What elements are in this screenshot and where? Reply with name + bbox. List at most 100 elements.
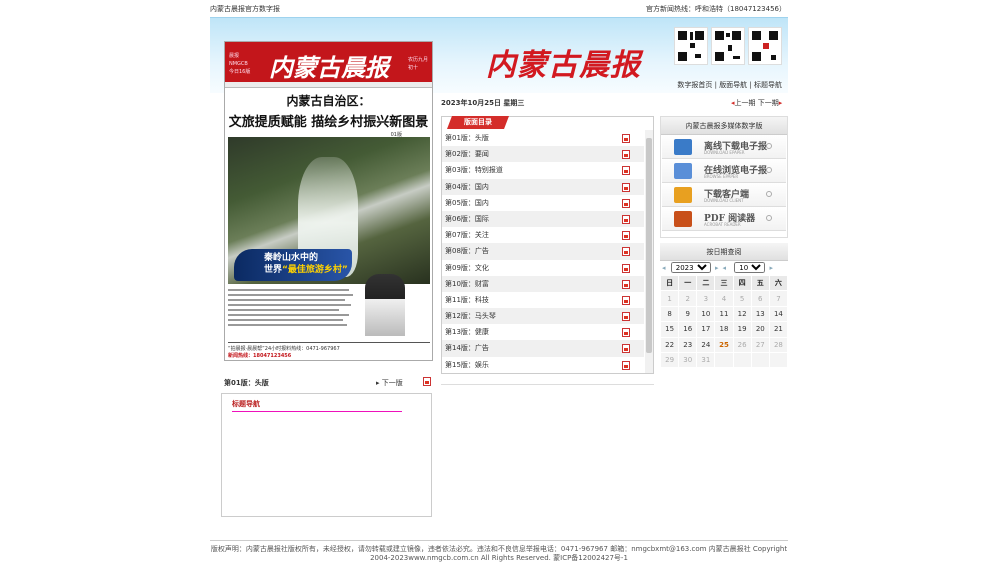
paper-masthead-title: 内蒙古晨报 — [269, 53, 389, 82]
next-issue-link[interactable]: 下一期 — [758, 99, 779, 107]
pdf-icon[interactable] — [622, 360, 630, 370]
calendar-day[interactable]: 2 — [678, 290, 698, 307]
calendar-day[interactable]: 16 — [678, 321, 698, 338]
calendar-selectors: ◂ 2023 ▸ ◂ 10 ▸ — [660, 262, 788, 276]
directory-item[interactable]: 第15版：娱乐 — [442, 357, 644, 373]
masthead-logo: 内蒙古晨报 — [486, 48, 641, 83]
download-icon — [674, 211, 692, 227]
directory-item[interactable]: 第09版：文化 — [442, 260, 644, 276]
directory-item[interactable]: 第12版：马头琴 — [442, 308, 644, 325]
directory-item[interactable]: 第14版：广告 — [442, 340, 644, 357]
calendar-day[interactable]: 8 — [659, 305, 680, 323]
directory-list: 第01版：头版第02版：要闻 第03版：特别报道第04版：国内 第05版：国内第06… — [442, 130, 644, 373]
weekday-header: 六 — [768, 274, 789, 292]
pdf-icon[interactable] — [622, 150, 630, 160]
calendar-day[interactable]: 19 — [732, 321, 752, 338]
issue-nav: ◂上一期 下一期▸ — [731, 99, 783, 107]
title-navigation-box: 标题导航 — [221, 393, 432, 517]
directory-item-label: 第14版：广告 — [445, 344, 489, 353]
title-nav-heading: 标题导航 — [232, 399, 402, 412]
directory-item-label: 第04版：国内 — [445, 182, 489, 191]
calendar-day[interactable]: 18 — [714, 321, 734, 338]
download-item[interactable]: 离线下载电子报 DOWNLOAD EPAPER — [662, 135, 786, 159]
calendar-day[interactable]: 24 — [696, 336, 716, 353]
pdf-icon[interactable] — [622, 279, 630, 289]
paper-footer: “拍晨报·晨晨帮”24小时报料热线：0471-967967 新闻热线：18047… — [228, 342, 430, 359]
nav-home-link[interactable]: 数字报首页 — [677, 81, 712, 89]
calendar-day[interactable]: 15 — [659, 321, 680, 338]
top-bar: 内蒙古晨报官方数字报 官方新闻热线：呼和浩特（18047123456） — [210, 0, 788, 17]
calendar-day[interactable]: 25 — [714, 336, 734, 353]
pdf-icon[interactable] — [622, 166, 630, 176]
directory-item-label: 第13版：健康 — [445, 328, 489, 337]
directory-item[interactable]: 第04版：国内 — [442, 178, 644, 195]
download-sub: DOWNLOAD CLIENT — [704, 198, 744, 203]
download-item[interactable]: 在线浏览电子报 BROWSE EPAPER — [662, 159, 786, 183]
calendar-day[interactable]: 9 — [678, 305, 698, 323]
calendar-day[interactable]: 1 — [659, 290, 680, 307]
pdf-icon[interactable] — [423, 377, 431, 386]
calendar-day: 29 — [659, 351, 680, 369]
directory-item[interactable]: 第10版：财富 — [442, 275, 644, 292]
current-page-label: 第01版：头版 — [224, 379, 269, 387]
directory-item[interactable]: 第13版：健康 — [442, 324, 644, 340]
pdf-icon[interactable] — [622, 312, 630, 322]
paper-masthead: 晨报 NMGCB 今日16版 内蒙古晨报 农历九月 初十 — [225, 42, 432, 82]
directory-item[interactable]: 第01版：头版 — [442, 130, 644, 146]
pdf-icon[interactable] — [622, 263, 630, 273]
pdf-icon[interactable] — [622, 344, 630, 354]
pdf-icon[interactable] — [622, 198, 630, 208]
calendar-day[interactable]: 22 — [659, 336, 680, 353]
directory-item[interactable]: 第11版：科技 — [442, 292, 644, 308]
calendar-day[interactable]: 12 — [732, 305, 752, 323]
directory-item-label: 第10版：财富 — [445, 279, 489, 288]
pdf-icon[interactable] — [622, 247, 630, 257]
calendar-day[interactable]: 6 — [750, 290, 770, 307]
calendar-day[interactable]: 3 — [696, 290, 716, 307]
arrow-icon — [766, 215, 772, 221]
calendar-day[interactable]: 5 — [732, 290, 752, 307]
calendar-day: 28 — [768, 336, 789, 353]
directory-item[interactable]: 第07版：关注 — [442, 227, 644, 243]
year-select[interactable]: 2023 — [670, 262, 711, 273]
pdf-icon[interactable] — [622, 134, 630, 143]
calendar-day[interactable]: 14 — [768, 305, 789, 323]
next-page-link[interactable]: ▸ 下一版 — [376, 378, 403, 388]
directory-item-label: 第01版：头版 — [445, 134, 489, 142]
month-select[interactable]: 10 — [734, 262, 766, 273]
calendar-day — [750, 351, 770, 369]
front-page-thumbnail[interactable]: 晨报 NMGCB 今日16版 内蒙古晨报 农历九月 初十 内蒙古自治区： 文旅提质赋能… — [224, 41, 433, 361]
directory-scrollbar[interactable] — [645, 130, 653, 373]
nav-title-link[interactable]: 标题导航 — [754, 81, 782, 89]
footer: 版权声明：内蒙古晨报社版权所有，未经授权，请勿转载或建立镜像，违者依法必究。违法… — [210, 545, 788, 563]
download-item[interactable]: 下载客户端 DOWNLOAD CLIENT — [662, 183, 786, 207]
calendar-day[interactable]: 4 — [714, 290, 734, 307]
calendar-day[interactable]: 10 — [696, 305, 716, 323]
calendar-day[interactable]: 13 — [750, 305, 770, 323]
photo-ribbon: 秦岭山水中的 世界“最佳旅游乡村” — [234, 249, 352, 281]
download-icon — [674, 163, 692, 179]
calendar-day[interactable]: 23 — [678, 336, 698, 353]
paper-headline-1: 内蒙古自治区： — [286, 94, 371, 108]
calendar-day[interactable]: 21 — [768, 321, 789, 338]
calendar-day[interactable]: 20 — [750, 321, 770, 338]
directory-item-label: 第07版：关注 — [445, 231, 489, 240]
pdf-icon[interactable] — [622, 231, 630, 241]
pdf-icon[interactable] — [622, 214, 630, 224]
pdf-icon[interactable] — [622, 328, 630, 338]
directory-item[interactable]: 第03版：特别报道 — [442, 162, 644, 178]
directory-item[interactable]: 第05版：国内 — [442, 195, 644, 211]
nav-page-link[interactable]: 版面导航 — [719, 81, 747, 89]
calendar-day[interactable]: 11 — [714, 305, 734, 323]
calendar-day: 26 — [732, 336, 752, 353]
directory-item[interactable]: 第08版：广告 — [442, 243, 644, 260]
pdf-icon[interactable] — [622, 295, 630, 305]
prev-issue-link[interactable]: 上一期 — [735, 99, 756, 107]
calendar-day[interactable]: 7 — [768, 290, 789, 307]
directory-item[interactable]: 第02版：要闻 — [442, 146, 644, 163]
directory-item[interactable]: 第06版：国际 — [442, 210, 644, 228]
pdf-icon[interactable] — [622, 182, 630, 192]
calendar-day[interactable]: 17 — [696, 321, 716, 338]
download-item[interactable]: PDF 阅读器 ACROBAT READER — [662, 207, 786, 231]
directory-item-label: 第05版：国内 — [445, 198, 489, 207]
